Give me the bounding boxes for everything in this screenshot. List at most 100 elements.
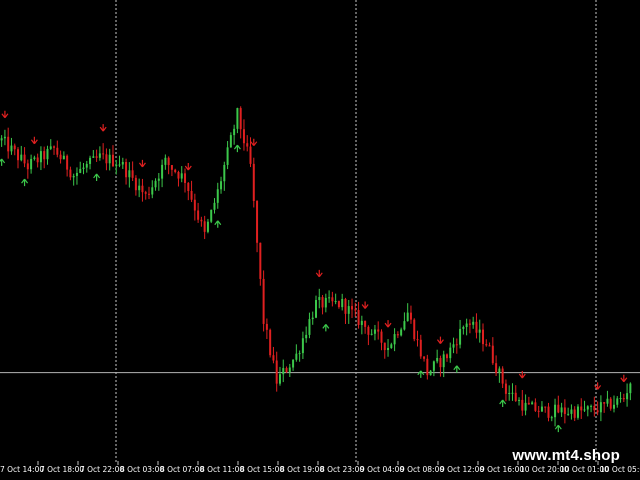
bear-candle-body: [426, 358, 429, 376]
time-tick-label: 8 Oct 07:00: [160, 465, 204, 474]
bull-candle-body: [98, 153, 101, 158]
bull-candle-body: [612, 404, 615, 409]
bull-candle-body: [115, 164, 118, 167]
bull-candle-body: [89, 157, 92, 164]
bull-candle-body: [590, 405, 593, 407]
bull-candle-body: [403, 321, 406, 330]
bull-candle-body: [62, 155, 65, 160]
bull-candle-body: [151, 187, 154, 195]
bull-candle-body: [118, 164, 121, 166]
bull-candle-body: [324, 297, 327, 308]
bull-candle-body: [508, 392, 511, 394]
bull-candle-body: [540, 406, 543, 412]
bull-candle-body: [72, 175, 75, 178]
bull-candle-body: [442, 354, 445, 368]
bull-candle-body: [82, 167, 85, 169]
bull-candle-body: [570, 409, 573, 414]
bear-candle-body: [357, 310, 360, 325]
bear-candle-body: [167, 157, 170, 166]
bear-candle-body: [593, 405, 596, 411]
bear-candle-body: [488, 345, 491, 347]
bear-candle-body: [563, 407, 566, 414]
bull-candle-body: [229, 135, 232, 148]
bear-candle-body: [36, 157, 39, 163]
bear-candle-body: [269, 329, 272, 356]
time-tick-label: 9 Oct 08:00: [400, 465, 444, 474]
bear-candle-body: [596, 410, 599, 413]
bull-candle-body: [432, 361, 435, 371]
bull-candle-body: [478, 329, 481, 333]
bear-candle-body: [26, 163, 29, 170]
bull-candle-body: [586, 406, 589, 410]
bull-candle-body: [334, 301, 337, 303]
bear-candle-body: [197, 210, 200, 220]
bull-candle-body: [180, 173, 183, 179]
bear-candle-body: [69, 169, 72, 178]
bull-candle-body: [236, 108, 239, 129]
time-tick-label: 8 Oct 03:00: [120, 465, 164, 474]
bull-candle-body: [108, 154, 111, 164]
bear-candle-body: [622, 398, 625, 400]
bear-candle-body: [7, 136, 10, 152]
bull-candle-body: [390, 344, 393, 348]
bull-candle-body: [341, 298, 344, 308]
bull-candle-body: [292, 359, 295, 368]
time-tick-label: 9 Oct 12:00: [440, 465, 484, 474]
bull-candle-body: [301, 338, 304, 354]
bull-candle-body: [278, 374, 281, 384]
bull-candle-body: [288, 367, 291, 373]
bull-candle-body: [524, 402, 527, 411]
bear-candle-body: [131, 170, 134, 178]
bear-candle-body: [475, 321, 478, 333]
bear-candle-body: [521, 399, 524, 411]
time-tick-label: 8 Oct 11:00: [200, 465, 244, 474]
bull-candle-body: [360, 320, 363, 325]
bull-candle-body: [10, 145, 13, 152]
bear-candle-body: [455, 344, 458, 346]
bull-candle-body: [387, 347, 390, 351]
bear-candle-body: [105, 154, 108, 164]
bull-candle-body: [465, 323, 468, 328]
bull-candle-body: [472, 321, 475, 325]
bear-candle-body: [380, 331, 383, 343]
bull-candle-body: [75, 172, 78, 176]
bull-candle-body: [311, 317, 314, 320]
bull-candle-body: [223, 164, 226, 182]
bull-candle-body: [282, 368, 285, 375]
bull-candle-body: [20, 154, 23, 161]
price-chart[interactable]: 7 Oct 14:007 Oct 18:007 Oct 22:008 Oct 0…: [0, 0, 640, 480]
bull-candle-body: [85, 163, 88, 168]
bear-candle-body: [573, 409, 576, 418]
bear-candle-body: [246, 143, 249, 147]
bear-candle-body: [13, 145, 16, 150]
bull-candle-body: [459, 328, 462, 345]
bull-candle-body: [33, 157, 36, 159]
bear-candle-body: [580, 406, 583, 411]
time-tick-label: 7 Oct 14:00: [0, 465, 44, 474]
bull-candle-body: [462, 327, 465, 329]
time-tick-label: 9 Oct 04:00: [360, 465, 404, 474]
bear-candle-body: [275, 360, 278, 384]
bear-candle-body: [252, 163, 255, 202]
bull-candle-body: [554, 404, 557, 418]
bull-candle-body: [606, 398, 609, 404]
bear-candle-body: [537, 410, 540, 412]
bear-candle-body: [383, 342, 386, 351]
bear-candle-body: [134, 177, 137, 191]
bear-candle-body: [557, 404, 560, 413]
bear-candle-body: [141, 185, 144, 193]
bull-candle-body: [305, 334, 308, 339]
time-tick-label: 8 Oct 19:00: [280, 465, 324, 474]
time-tick-label: 9 Oct 16:00: [480, 465, 524, 474]
bull-candle-body: [164, 157, 167, 165]
bear-candle-body: [187, 182, 190, 191]
bull-candle-body: [154, 180, 157, 188]
bear-candle-body: [416, 339, 419, 341]
bear-candle-body: [265, 323, 268, 330]
bear-candle-body: [609, 398, 612, 409]
bear-candle-body: [43, 151, 46, 160]
chart-background: [0, 0, 640, 480]
bear-candle-body: [439, 357, 442, 368]
bull-candle-body: [121, 162, 124, 165]
bear-candle-body: [364, 320, 367, 327]
